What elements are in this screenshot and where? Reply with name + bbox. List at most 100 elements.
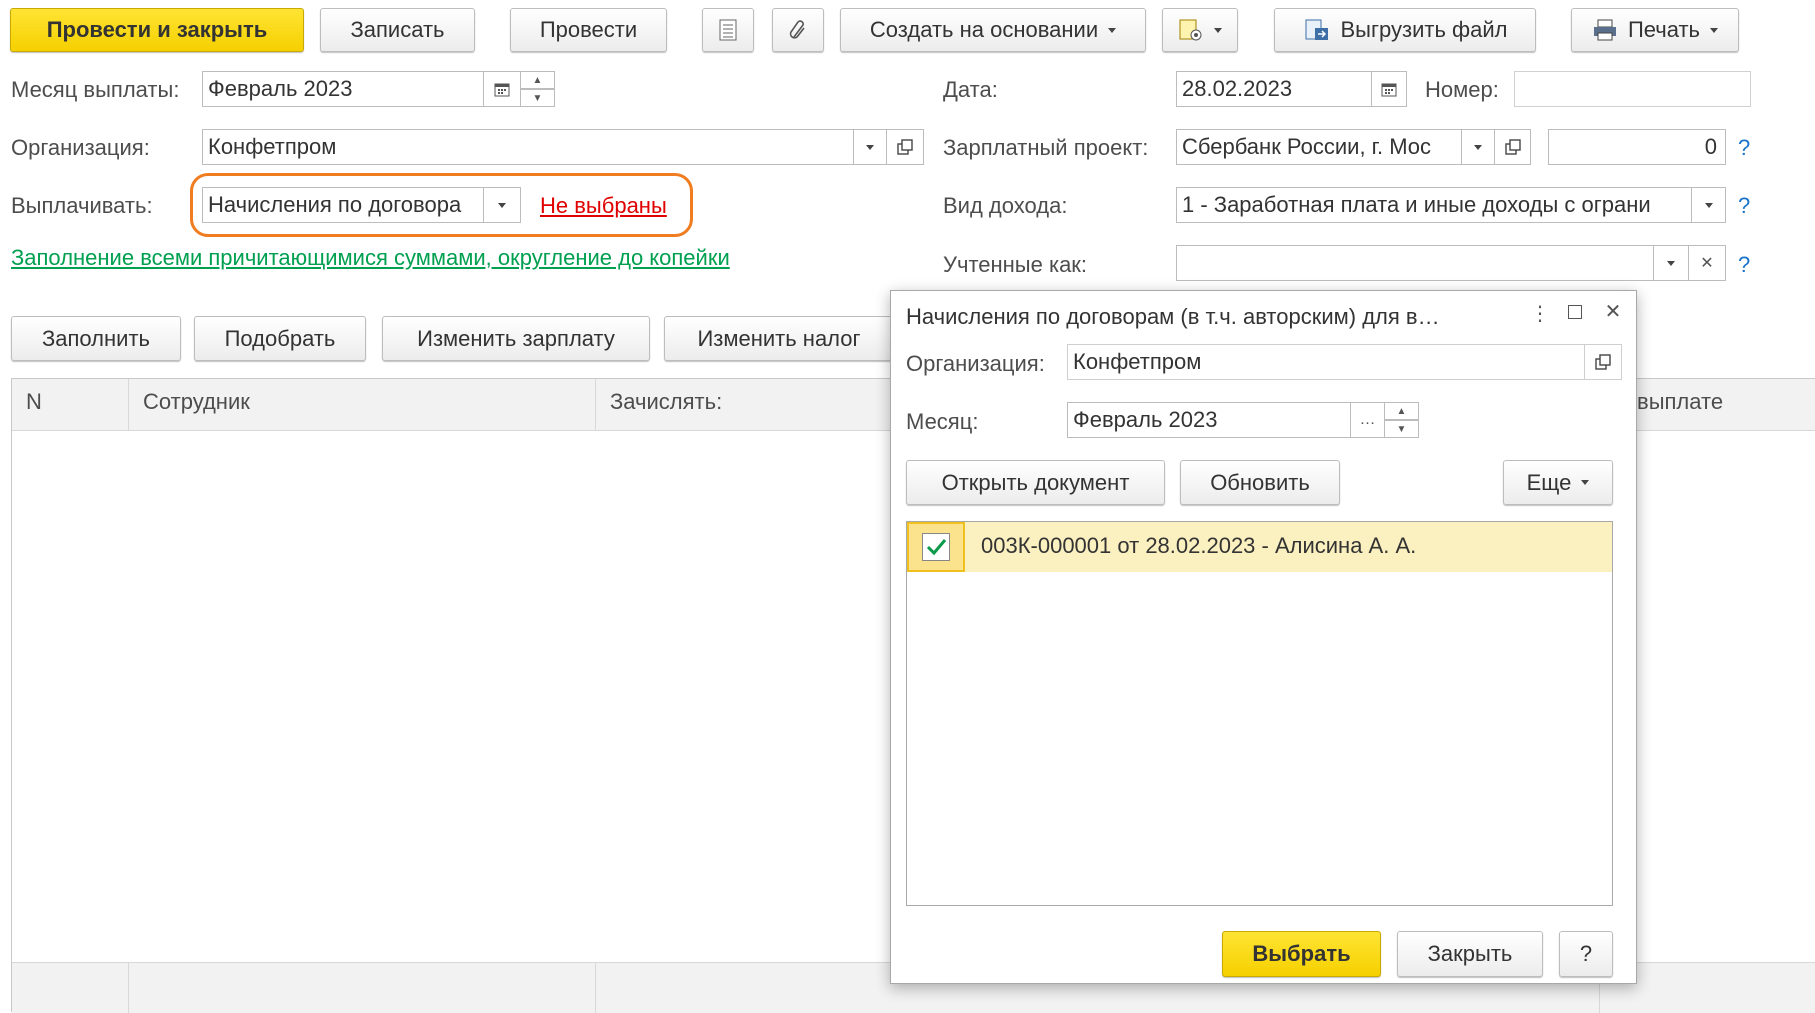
accounted-as-clear-button[interactable]: ✕ <box>1688 245 1726 281</box>
date-field[interactable]: 28.02.2023 <box>1176 71 1372 107</box>
print-label: Печать <box>1627 17 1701 42</box>
post-label: Провести <box>539 17 638 42</box>
organization-open-button[interactable] <box>886 129 924 165</box>
fill-settings-link[interactable]: Заполнение всеми причитающимися суммами,… <box>11 244 731 271</box>
salary-project-open-button[interactable] <box>1494 129 1531 165</box>
related-documents-button[interactable] <box>1162 8 1238 52</box>
checkbox[interactable] <box>922 533 950 561</box>
refresh-button[interactable]: Обновить <box>1180 460 1340 505</box>
accounted-as-field[interactable] <box>1176 245 1654 281</box>
column-divider <box>595 962 596 1013</box>
help-icon[interactable]: ? <box>1738 252 1750 278</box>
dialog-month-up-button[interactable]: ▲ <box>1384 402 1419 420</box>
document-gear-icon <box>1179 19 1202 41</box>
month-field[interactable]: Февраль 2023 <box>202 71 484 107</box>
date-calendar-button[interactable] <box>1371 71 1407 107</box>
dialog-menu-icon[interactable]: ⋮ <box>1530 301 1550 331</box>
close-icon[interactable]: ✕ <box>1601 299 1625 325</box>
close-icon: ✕ <box>1700 255 1714 272</box>
pay-dropdown-button[interactable] <box>483 187 521 223</box>
print-button[interactable]: Печать <box>1571 8 1739 52</box>
accounted-as-dropdown-button[interactable] <box>1653 245 1689 281</box>
income-type-label: Вид дохода: <box>943 193 1068 218</box>
help-icon[interactable]: ? <box>1738 135 1750 161</box>
dialog-month-field[interactable]: Февраль 2023 <box>1067 402 1351 438</box>
month-up-button[interactable]: ▲ <box>520 71 555 89</box>
number-field[interactable] <box>1514 71 1751 107</box>
fill-label: Заполнить <box>41 325 150 351</box>
dialog-month-select-button[interactable]: … <box>1350 402 1385 438</box>
dialog-month-down-button[interactable]: ▼ <box>1384 420 1419 438</box>
chevron-down-icon: ▼ <box>1396 423 1407 435</box>
organization-field[interactable]: Конфетпром <box>202 129 854 165</box>
attachments-button[interactable] <box>772 8 824 52</box>
column-header-employee[interactable]: Сотрудник <box>143 389 250 415</box>
dialog-close-button[interactable]: Закрыть <box>1397 931 1543 977</box>
documents-list[interactable]: 003К-000001 от 28.02.2023 - Алисина А. А… <box>906 521 1613 906</box>
salary-project-count-field[interactable]: 0 <box>1548 129 1726 165</box>
dialog-organization-label: Организация: <box>906 351 1045 376</box>
calendar-button[interactable] <box>483 71 521 107</box>
dialog-organization-field[interactable]: Конфетпром <box>1067 344 1585 380</box>
salary-project-field[interactable]: Сбербанк России, г. Мос <box>1176 129 1462 165</box>
more-button[interactable]: Еще <box>1503 460 1613 505</box>
organization-label: Организация: <box>11 135 150 160</box>
change-salary-label: Изменить зарплату <box>417 325 615 351</box>
select-button[interactable]: Выбрать <box>1222 931 1381 977</box>
post-button[interactable]: Провести <box>510 8 667 52</box>
column-header-credit[interactable]: Зачислять: <box>610 389 722 415</box>
change-salary-button[interactable]: Изменить зарплату <box>382 316 650 361</box>
not-selected-link[interactable]: Не выбраны <box>540 193 667 219</box>
list-item-checkbox-cell[interactable] <box>907 522 965 572</box>
number-label: Номер: <box>1425 77 1499 102</box>
open-window-icon <box>897 139 913 155</box>
column-header-payout[interactable]: выплате <box>1637 389 1723 415</box>
post-and-close-label: Провести и закрыть <box>46 17 268 42</box>
list-item[interactable]: 003К-000001 от 28.02.2023 - Алисина А. А… <box>907 522 1612 572</box>
save-button[interactable]: Записать <box>320 8 475 52</box>
refresh-label: Обновить <box>1210 469 1310 495</box>
chevron-down-icon: ▼ <box>532 92 543 104</box>
selection-dialog[interactable]: Начисления по договорам (в т.ч. авторски… <box>890 290 1637 984</box>
open-document-button[interactable]: Открыть документ <box>906 460 1165 505</box>
dialog-close-label: Закрыть <box>1427 941 1513 966</box>
chevron-down-icon <box>1667 260 1675 266</box>
chevron-down-icon <box>1704 202 1713 208</box>
accounted-as-label: Учтенные как: <box>943 252 1088 277</box>
pay-label: Выплачивать: <box>11 193 153 218</box>
income-type-dropdown-button[interactable] <box>1691 187 1726 223</box>
help-icon[interactable]: ? <box>1738 193 1750 219</box>
document-list-button[interactable] <box>702 8 754 52</box>
checkmark-icon <box>926 539 947 556</box>
organization-dropdown-button[interactable] <box>853 129 887 165</box>
pay-field[interactable]: Начисления по договора <box>202 187 484 223</box>
open-window-icon <box>1504 139 1521 155</box>
pick-button[interactable]: Подобрать <box>194 316 366 361</box>
list-item-text: 003К-000001 от 28.02.2023 - Алисина А. А… <box>981 533 1417 558</box>
column-divider <box>128 962 129 1013</box>
salary-project-dropdown-button[interactable] <box>1461 129 1495 165</box>
pick-label: Подобрать <box>224 325 336 351</box>
create-based-on-button[interactable]: Создать на основании <box>840 8 1146 52</box>
column-header-n[interactable]: N <box>26 389 42 415</box>
maximize-icon[interactable] <box>1568 305 1582 319</box>
list-icon <box>719 19 737 41</box>
chevron-up-icon: ▲ <box>532 74 543 86</box>
salary-project-label: Зарплатный проект: <box>943 135 1149 160</box>
income-type-field[interactable]: 1 - Заработная плата и иные доходы с огр… <box>1176 187 1692 223</box>
calendar-icon <box>494 83 510 97</box>
date-label: Дата: <box>943 77 998 102</box>
dialog-help-button[interactable]: ? <box>1559 931 1613 977</box>
chevron-down-icon <box>1474 144 1482 150</box>
month-down-button[interactable]: ▼ <box>520 89 555 107</box>
more-label: Еще <box>1526 469 1572 495</box>
change-tax-button[interactable]: Изменить налог <box>664 316 894 361</box>
column-divider <box>595 379 596 431</box>
help-icon: ? <box>1579 941 1593 966</box>
open-window-icon <box>1595 354 1611 370</box>
dialog-organization-open-button[interactable] <box>1584 344 1622 380</box>
export-file-button[interactable]: Выгрузить файл <box>1274 8 1536 52</box>
fill-button[interactable]: Заполнить <box>11 316 181 361</box>
paperclip-icon <box>789 20 805 39</box>
post-and-close-button[interactable]: Провести и закрыть <box>10 8 304 52</box>
